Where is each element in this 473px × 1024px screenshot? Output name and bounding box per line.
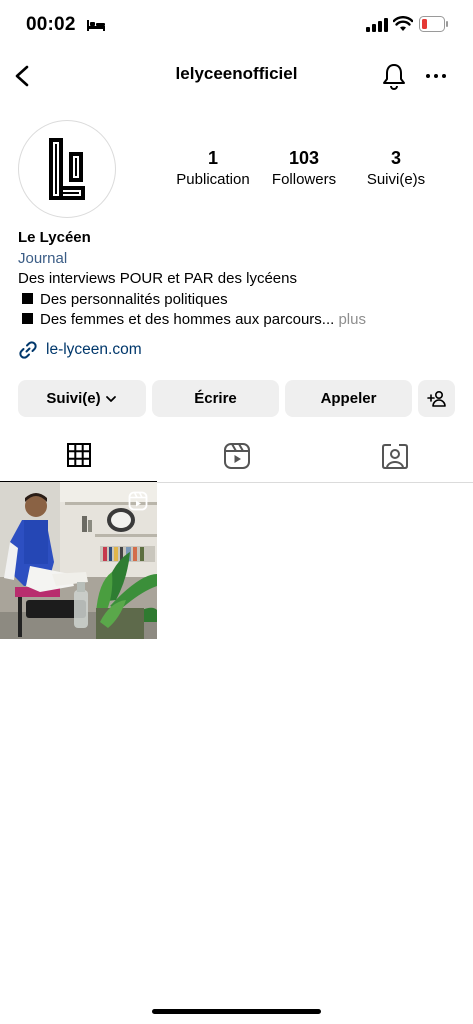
call-button[interactable]: Appeler — [285, 380, 412, 417]
bio-more-link[interactable]: plus — [338, 311, 366, 328]
website-text[interactable]: le-lyceen.com — [46, 341, 142, 359]
suggest-users-button[interactable] — [418, 380, 455, 417]
message-button[interactable]: Écrire — [152, 380, 279, 417]
reels-icon — [223, 443, 250, 469]
link-icon — [19, 341, 37, 359]
website-link[interactable]: le-lyceen.com — [18, 340, 142, 360]
following-label: Suivi(e) — [46, 390, 101, 407]
bell-icon[interactable] — [380, 62, 408, 90]
logo-icon — [49, 138, 85, 200]
call-label: Appeler — [320, 390, 377, 407]
avatar[interactable] — [18, 120, 116, 218]
bed-icon — [87, 20, 105, 31]
bio: Le Lycéen Journal Des interviews POUR et… — [18, 228, 458, 331]
message-label: Écrire — [194, 390, 237, 407]
signal-icon — [366, 18, 388, 32]
grid-icon — [66, 443, 91, 467]
square-bullet-icon — [22, 313, 33, 324]
bio-line: Des personnalités politiques — [18, 290, 458, 311]
profile-category[interactable]: Journal — [18, 249, 458, 270]
chevron-down-icon — [105, 395, 116, 402]
following-button[interactable]: Suivi(e) — [18, 380, 146, 417]
bio-line: Des interviews POUR et PAR des lycéens — [18, 270, 297, 287]
home-indicator — [152, 1009, 321, 1014]
stat-value: 103 — [288, 148, 320, 168]
stat-publications[interactable]: 1 Publication — [172, 148, 254, 188]
post-thumbnail[interactable] — [0, 482, 157, 639]
stat-label: Suivi(e)s — [366, 171, 426, 188]
wifi-icon — [393, 16, 413, 31]
bio-line: Des femmes et des hommes aux parcours...… — [18, 310, 458, 331]
stat-label: Publication — [176, 171, 250, 188]
stat-value: 3 — [390, 148, 401, 168]
stat-label: Followers — [271, 171, 337, 188]
profile-tabs — [0, 436, 473, 483]
add-person-icon — [426, 390, 446, 407]
reel-badge-icon — [128, 491, 148, 511]
stat-following[interactable]: 3 Suivi(e)s — [355, 148, 437, 188]
battery-icon — [419, 16, 448, 32]
more-icon[interactable] — [424, 64, 448, 88]
status-time: 00:02 — [26, 14, 76, 35]
square-bullet-icon — [22, 292, 33, 304]
tab-posts[interactable] — [0, 436, 157, 482]
tab-tagged[interactable] — [316, 436, 473, 482]
stat-value: 1 — [207, 148, 218, 168]
tab-reels[interactable] — [158, 436, 315, 482]
profile-name: Le Lycéen — [18, 229, 91, 246]
tagged-icon — [381, 444, 408, 469]
stat-followers[interactable]: 103 Followers — [263, 148, 345, 188]
